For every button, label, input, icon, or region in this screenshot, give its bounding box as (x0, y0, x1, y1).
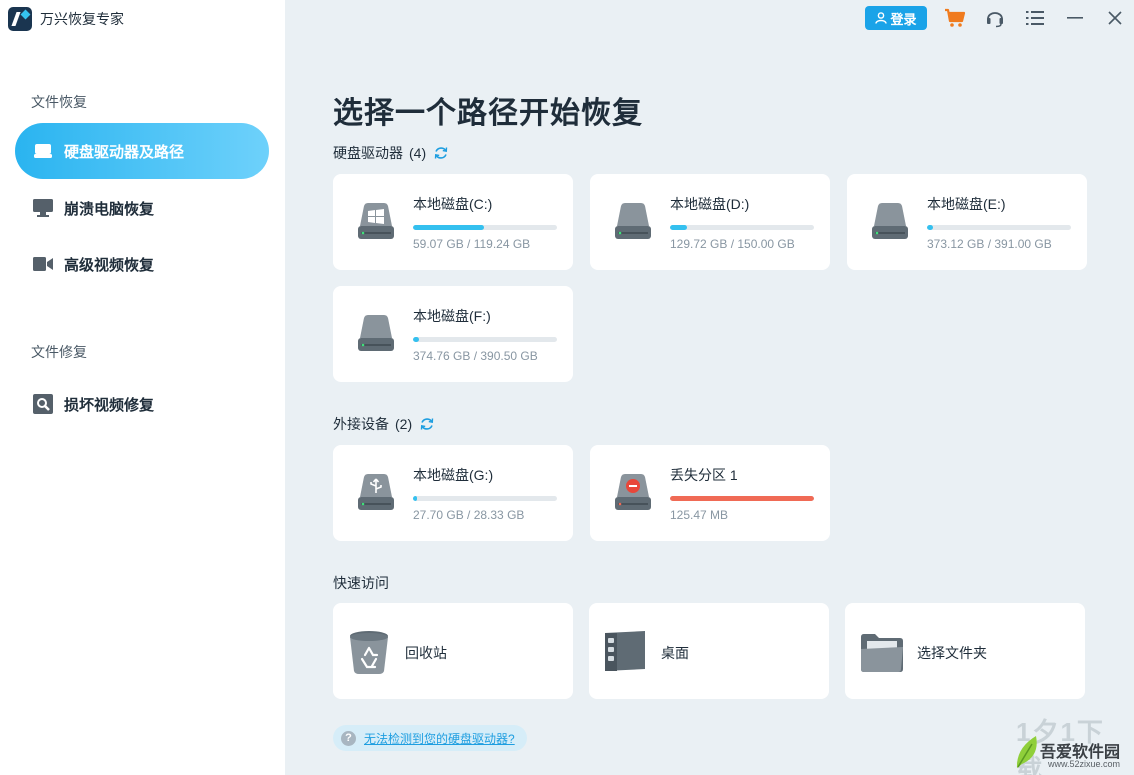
sidebar-item-advanced-video-recovery[interactable]: 高级视频恢复 (15, 236, 269, 292)
usb-drive-icon (358, 474, 394, 510)
drive-name: 本地磁盘(E:) (927, 196, 1006, 212)
drive-usage-fill (413, 225, 485, 230)
external-group-title: 外接设备 (333, 416, 389, 432)
drives-group-count: (4) (409, 145, 427, 161)
drives-group-label: 硬盘驱动器 (4) (333, 143, 448, 163)
quick-label: 回收站 (405, 645, 447, 661)
section-label-file-repair: 文件修复 (31, 344, 87, 360)
folder-icon (861, 634, 903, 672)
drive-size: 27.70 GB / 28.33 GB (413, 508, 525, 522)
drive-usage-bar (413, 225, 557, 230)
minimize-icon[interactable] (1063, 6, 1087, 30)
user-icon (875, 12, 888, 24)
sidebar-item-crashed-pc-recovery[interactable]: 崩溃电脑恢复 (15, 180, 269, 236)
sidebar-item-damaged-video-repair[interactable]: 损坏视频修复 (15, 376, 269, 432)
desktop-icon (605, 631, 645, 671)
quick-select-folder[interactable]: 选择文件夹 (845, 603, 1085, 699)
drive-size: 373.12 GB / 391.00 GB (927, 237, 1052, 251)
question-icon: ? (341, 730, 356, 746)
drive-name: 本地磁盘(F:) (413, 308, 491, 324)
app-logo-icon (8, 7, 32, 31)
hard-drive-icon (615, 203, 651, 239)
drive-card-f[interactable]: 本地磁盘(F:) 374.76 GB / 390.50 GB (333, 286, 573, 382)
sidebar-item-drives-and-paths[interactable]: 硬盘驱动器及路径 (15, 123, 269, 179)
sidebar-item-label: 损坏视频修复 (64, 396, 155, 414)
quick-label: 选择文件夹 (917, 645, 987, 661)
external-group-count: (2) (395, 416, 413, 432)
drive-usage-bar (670, 496, 814, 501)
drive-name: 本地磁盘(G:) (413, 467, 494, 483)
hard-drive-icon (358, 315, 394, 351)
drive-usage-fill (670, 496, 814, 501)
login-button[interactable]: 登录 (865, 6, 927, 30)
drive-name: 丢失分区 1 (670, 467, 738, 483)
drive-size: 125.47 MB (670, 508, 729, 522)
app-title-bar: 万兴恢复专家 (8, 6, 124, 32)
menu-list-icon[interactable] (1023, 6, 1047, 30)
drive-usage-bar (413, 337, 557, 342)
login-label: 登录 (890, 11, 917, 27)
quick-access-label: 快速访问 (333, 573, 389, 593)
sidebar: 万兴恢复专家 文件恢复 硬盘驱动器及路径 崩溃电脑恢复 高级视频恢复 文件修复 … (0, 0, 285, 775)
lost-partition-card[interactable]: 丢失分区 1 125.47 MB (590, 445, 830, 541)
drive-card-g[interactable]: 本地磁盘(G:) 27.70 GB / 28.33 GB (333, 445, 573, 541)
drive-size: 59.07 GB / 119.24 GB (413, 237, 531, 251)
drive-name: 本地磁盘(D:) (670, 196, 750, 212)
external-group-label: 外接设备 (2) (333, 414, 434, 434)
video-camera-icon (33, 254, 53, 274)
refresh-icon[interactable] (434, 146, 448, 160)
drive-usage-fill (413, 496, 418, 501)
drive-usage-bar (413, 496, 557, 501)
drive-size: 129.72 GB / 150.00 GB (670, 237, 795, 251)
watermark-url: www.52zixue.com (1048, 759, 1121, 769)
drive-usage-bar (670, 225, 814, 230)
windows-drive-icon (358, 203, 394, 239)
quick-desktop[interactable]: 桌面 (589, 603, 829, 699)
shopping-cart-icon[interactable] (943, 6, 967, 30)
drive-card-c[interactable]: 本地磁盘(C:) 59.07 GB / 119.24 GB (333, 174, 573, 270)
quick-recycle-bin[interactable]: 回收站 (333, 603, 573, 699)
drive-card-e[interactable]: 本地磁盘(E:) 373.12 GB / 391.00 GB (847, 174, 1087, 270)
close-icon[interactable] (1103, 6, 1127, 30)
leaf-logo-icon (1016, 736, 1037, 768)
drive-card-d[interactable]: 本地磁盘(D:) 129.72 GB / 150.00 GB (590, 174, 830, 270)
drives-group-title: 硬盘驱动器 (333, 145, 403, 161)
sidebar-item-label: 崩溃电脑恢复 (64, 200, 155, 218)
watermark: 1夕1下载 吾爱软件园 www.52zixue.com (1008, 712, 1132, 775)
drive-size: 374.76 GB / 390.50 GB (413, 349, 538, 363)
monitor-icon (33, 198, 53, 218)
drive-usage-fill (927, 225, 934, 230)
drive-name: 本地磁盘(C:) (413, 196, 493, 212)
drive-not-detected-help-link[interactable]: ? 无法检测到您的硬盘驱动器? (333, 725, 527, 751)
quick-label: 桌面 (661, 645, 689, 661)
sidebar-item-label: 高级视频恢复 (64, 256, 155, 274)
page-title: 选择一个路径开始恢复 (333, 97, 643, 130)
drive-usage-fill (413, 337, 419, 342)
headset-support-icon[interactable] (983, 6, 1007, 30)
drive-icon (33, 141, 53, 161)
recycle-bin-icon (350, 631, 388, 674)
drive-usage-fill (670, 225, 688, 230)
drive-usage-bar (927, 225, 1071, 230)
help-link-text: 无法检测到您的硬盘驱动器? (364, 731, 515, 746)
sidebar-item-label: 硬盘驱动器及路径 (64, 143, 185, 161)
refresh-icon[interactable] (420, 417, 434, 431)
lost-partition-icon (615, 474, 651, 510)
app-name: 万兴恢复专家 (40, 11, 124, 27)
video-repair-icon (33, 394, 53, 414)
hard-drive-icon (872, 203, 908, 239)
section-label-file-recovery: 文件恢复 (31, 94, 87, 110)
quick-access-title: 快速访问 (333, 575, 389, 591)
